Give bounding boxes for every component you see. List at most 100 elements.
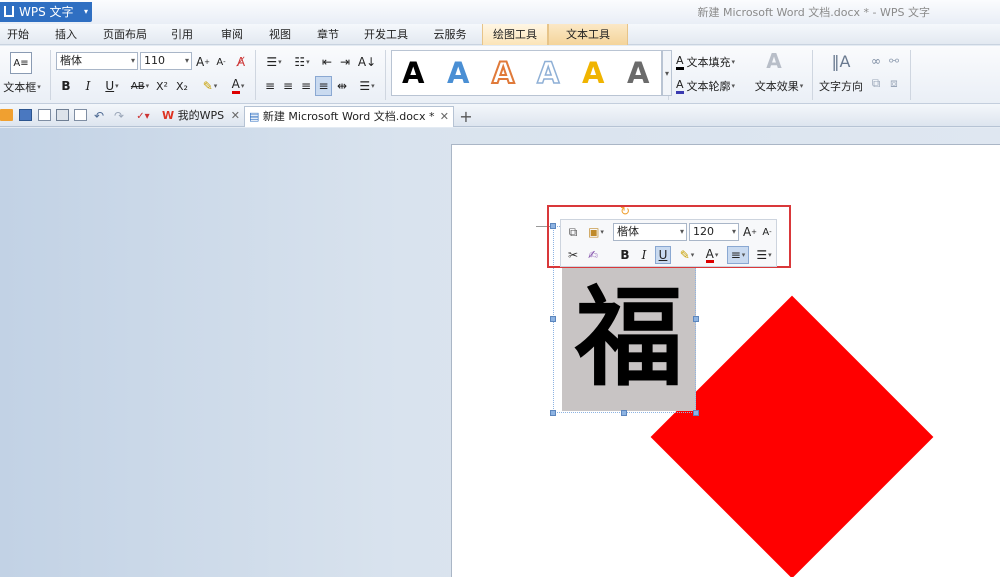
chevron-down-icon: ▾	[306, 58, 310, 66]
subscript-button[interactable]: X₂	[174, 76, 190, 96]
chevron-down-icon: ▾	[115, 82, 119, 90]
tab-review[interactable]: 审阅	[210, 24, 254, 45]
mini-font-name-select[interactable]: 楷体 ▾	[613, 223, 687, 241]
customize-toolbar-icon[interactable]: ✓▾	[136, 106, 150, 126]
strikethrough-icon: AB	[130, 80, 145, 92]
font-size-select[interactable]: 110 ▾	[140, 52, 192, 70]
font-name-select[interactable]: 楷体 ▾	[56, 52, 138, 70]
save-icon[interactable]	[19, 109, 32, 121]
font-color-button[interactable]: A ▾	[226, 76, 250, 96]
mini-italic-button[interactable]: I	[637, 246, 651, 264]
group-icon[interactable]: ⧈	[886, 73, 902, 93]
tab-references[interactable]: 引用	[162, 24, 202, 45]
text-style-gallery[interactable]: A A A A A A	[391, 50, 662, 96]
text-style-blue[interactable]: A	[447, 55, 469, 91]
open-folder-icon[interactable]	[0, 109, 13, 121]
text-outline-button[interactable]: A 文本轮廓 ▾	[676, 76, 746, 96]
highlight-button[interactable]: ✎ ▾	[198, 76, 222, 96]
justify-icon[interactable]: ≡	[315, 76, 332, 96]
wps-app-menu-button[interactable]: WPS 文字 ▾	[0, 2, 92, 22]
line-spacing-icon: ☰	[756, 248, 768, 262]
export-pdf-icon[interactable]	[38, 109, 51, 121]
bold-button[interactable]: B	[58, 76, 74, 96]
resize-handle[interactable]	[693, 316, 699, 322]
text-style-blue-outline[interactable]: A	[536, 55, 560, 91]
gallery-more-button[interactable]: ▾	[662, 50, 672, 96]
mini-align-button[interactable]: ≡ ▾	[727, 246, 749, 264]
distribute-icon[interactable]: ⇹	[334, 76, 350, 96]
superscript-button[interactable]: X²	[154, 76, 170, 96]
decrease-indent-icon[interactable]: ⇤	[319, 52, 335, 72]
text-style-gray[interactable]: A	[627, 55, 649, 91]
paste-button[interactable]: ▣ ▾	[583, 223, 609, 241]
tab-insert[interactable]: 插入	[44, 24, 88, 45]
tab-chapter[interactable]: 章节	[308, 24, 348, 45]
link-icon[interactable]: ∞	[868, 51, 884, 71]
increase-indent-icon[interactable]: ⇥	[337, 52, 353, 72]
text-style-black[interactable]: A	[402, 55, 424, 91]
text-direction-button[interactable]: 文字方向	[817, 76, 865, 96]
text-effect-button[interactable]: 文本效果 ▾	[750, 76, 808, 96]
undo-icon[interactable]: ↶	[92, 106, 106, 126]
resize-handle[interactable]	[550, 410, 556, 416]
text-box-icon[interactable]: A≡	[10, 52, 32, 74]
chevron-down-icon: ▾	[731, 58, 736, 66]
mini-underline-button[interactable]: U	[655, 246, 671, 264]
text-style-gold[interactable]: A	[582, 55, 604, 91]
copy-icon[interactable]: ⧉	[565, 223, 581, 241]
mini-font-color-button[interactable]: A ▾	[701, 246, 723, 264]
text-direction-icon[interactable]: ‖A	[828, 51, 854, 71]
text-box-button[interactable]: 文本框 ▾	[2, 77, 42, 97]
line-spacing-icon: ☰	[359, 79, 371, 93]
numbered-list-button[interactable]: ☷ ▾	[289, 52, 315, 72]
print-preview-icon[interactable]	[74, 109, 87, 121]
align-right-icon[interactable]: ≡	[298, 76, 314, 96]
align-center-icon[interactable]: ≡	[280, 76, 296, 96]
tab-page-layout[interactable]: 页面布局	[96, 24, 154, 45]
mini-shrink-font-button[interactable]: A-	[760, 223, 774, 241]
tab-my-wps[interactable]: W 我的WPS ✕	[158, 106, 242, 127]
shrink-font-button[interactable]: A-	[214, 52, 228, 72]
new-tab-button[interactable]: +	[457, 106, 475, 126]
tab-home[interactable]: 开始	[0, 24, 36, 45]
shrink-font-icon: A	[762, 226, 770, 238]
redo-icon[interactable]: ↷	[112, 106, 126, 126]
grow-font-button[interactable]: A +	[196, 52, 210, 72]
unlink-icon[interactable]: ⚯	[886, 51, 902, 71]
resize-handle[interactable]	[621, 410, 627, 416]
underline-button[interactable]: U ▾	[100, 76, 124, 96]
mini-grow-font-button[interactable]: A +	[743, 223, 757, 241]
line-spacing-button[interactable]: ☰ ▾	[355, 76, 379, 96]
resize-handle[interactable]	[693, 410, 699, 416]
tab-current-document[interactable]: ▤ 新建 Microsoft Word 文档.docx * ✕	[244, 106, 454, 127]
close-icon[interactable]: ✕	[231, 106, 240, 126]
cut-icon[interactable]: ✂	[565, 246, 581, 264]
tab-drawing-tools[interactable]: 绘图工具	[482, 24, 548, 45]
text-effect-icon[interactable]: A	[760, 49, 788, 73]
arrange-icon[interactable]: ⧉	[868, 73, 884, 93]
text-style-orange-outline[interactable]: A	[491, 55, 515, 91]
tab-cloud[interactable]: 云服务	[424, 24, 476, 45]
resize-handle[interactable]	[550, 316, 556, 322]
tab-view[interactable]: 视图	[260, 24, 300, 45]
print-icon[interactable]	[56, 109, 69, 121]
bullet-list-button[interactable]: ☰ ▾	[261, 52, 287, 72]
close-icon[interactable]: ✕	[440, 107, 449, 127]
tab-developer[interactable]: 开发工具	[356, 24, 416, 45]
text-box-content[interactable]: 福	[562, 268, 696, 408]
rotate-handle-icon[interactable]: ↻	[618, 205, 632, 217]
mini-line-spacing-button[interactable]: ☰ ▾	[753, 246, 775, 264]
mini-bold-button[interactable]: B	[617, 246, 633, 264]
sort-button[interactable]: A↓	[356, 52, 378, 72]
text-fill-button[interactable]: A 文本填充 ▾	[676, 52, 746, 72]
strikethrough-button[interactable]: AB ▾	[126, 76, 154, 96]
mini-font-size-select[interactable]: 120 ▾	[689, 223, 739, 241]
align-left-icon[interactable]: ≡	[262, 76, 278, 96]
clear-format-icon[interactable]: A̸	[233, 52, 249, 72]
mini-highlight-button[interactable]: ✎ ▾	[675, 246, 699, 264]
italic-button[interactable]: I	[80, 76, 96, 96]
tab-text-tools[interactable]: 文本工具	[548, 24, 628, 45]
tab-label: 新建 Microsoft Word 文档.docx *	[262, 110, 435, 123]
format-painter-icon[interactable]: ✍	[585, 246, 601, 264]
window-title: 新建 Microsoft Word 文档.docx * - WPS 文字	[697, 6, 930, 19]
